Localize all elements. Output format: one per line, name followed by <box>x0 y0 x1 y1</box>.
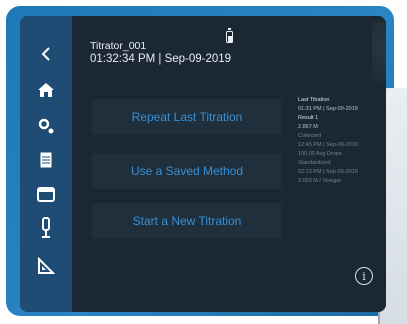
gear-icon[interactable] <box>32 112 60 140</box>
main-panel: Titrator_001 01:32:34 PM | Sep-09-2019 R… <box>72 16 386 312</box>
device-datetime: 01:32:34 PM | Sep-09-2019 <box>90 53 232 65</box>
collected-datetime: 12:45 PM | Sep-09-2019 <box>298 142 358 148</box>
calendar-icon[interactable] <box>32 180 60 208</box>
document-icon[interactable] <box>32 146 60 174</box>
result-value: 2.867 M <box>298 124 318 130</box>
collected-label: Collected <box>298 133 321 139</box>
battery-icon <box>226 28 233 43</box>
ruler-triangle-icon[interactable] <box>32 252 60 280</box>
last-titration-heading: Last Titration <box>298 97 330 103</box>
standardized-datetime: 02:13 PM | Sep-09-2019 <box>298 169 358 175</box>
result-label: Result 1 <box>298 115 319 121</box>
screen-glare <box>372 22 386 82</box>
back-chevron-icon[interactable] <box>32 40 60 68</box>
standardized-label: Standardized <box>298 160 331 166</box>
home-icon[interactable] <box>32 76 60 104</box>
start-new-titration-button[interactable]: Start a New Titration <box>92 203 282 239</box>
touch-screen: Titrator_001 01:32:34 PM | Sep-09-2019 R… <box>20 16 386 312</box>
last-titration-datetime: 01:31 PM | Sep-09-2019 <box>298 106 358 112</box>
use-saved-method-button[interactable]: Use a Saved Method <box>92 153 282 189</box>
probe-icon[interactable] <box>32 214 60 242</box>
last-titration-panel: Last Titration 01:31 PM | Sep-09-2019 Re… <box>298 96 384 186</box>
standardized-value: 3.003 M / Vinegar <box>298 178 342 184</box>
device-name: Titrator_001 <box>90 40 147 52</box>
collected-value: 100.00 Avg Drops <box>298 151 342 157</box>
info-icon[interactable]: i <box>355 267 373 285</box>
sidebar <box>20 16 72 312</box>
repeat-last-titration-button[interactable]: Repeat Last Titration <box>92 99 282 135</box>
